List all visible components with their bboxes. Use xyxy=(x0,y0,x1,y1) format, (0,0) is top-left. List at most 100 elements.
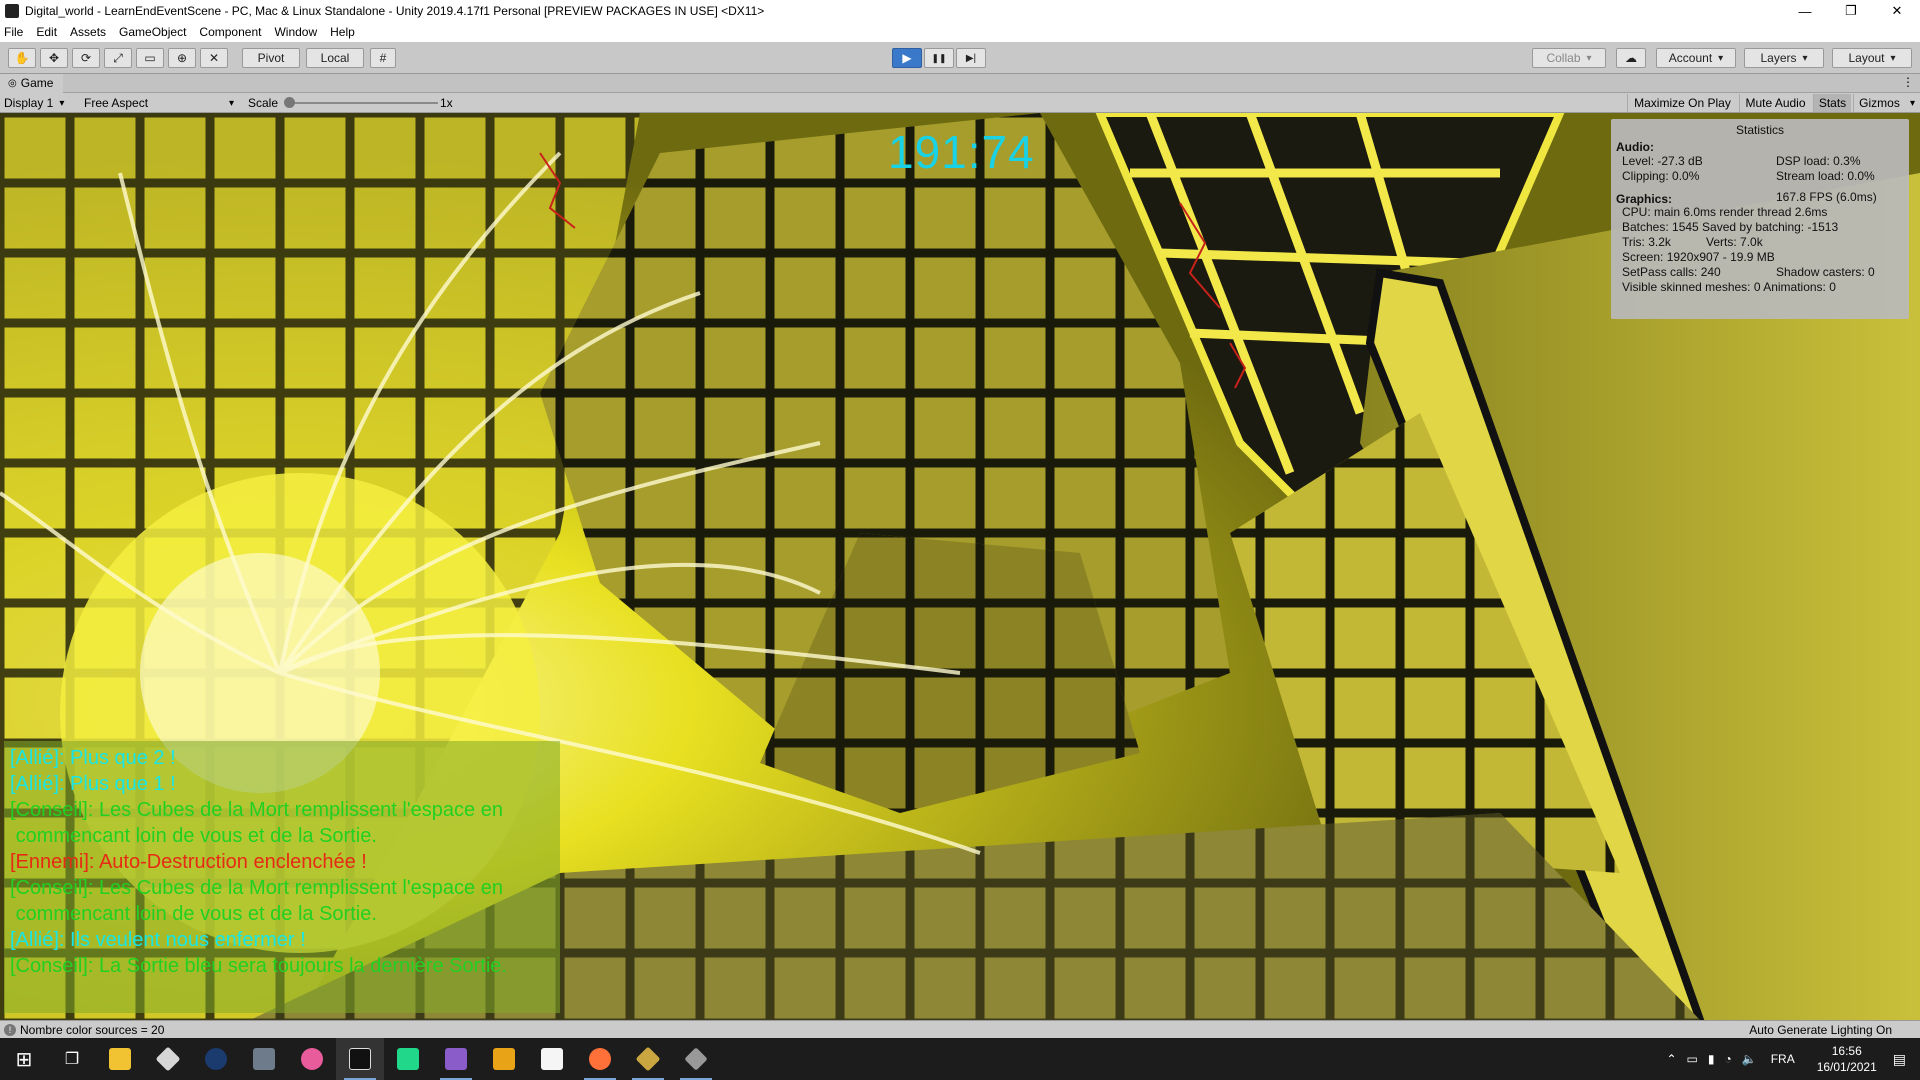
language-indicator[interactable]: FRA xyxy=(1771,1052,1795,1066)
main-toolbar: ✋ ✥ ⟳ ⤢ ▭ ⊕ ✕ Pivot Local # ▶ ❚❚ ▶| Coll… xyxy=(0,42,1920,74)
display-label: Display 1 xyxy=(4,96,54,110)
menu-assets[interactable]: Assets xyxy=(70,25,106,39)
stats-dsp-load: DSP load: 0.3% xyxy=(1776,154,1861,168)
chat-tag: [Allié]: xyxy=(10,929,71,951)
stats-audio-header: Audio: xyxy=(1616,140,1654,154)
menu-file[interactable]: File xyxy=(4,25,23,39)
scale-value: 1x xyxy=(440,96,453,110)
game-tab-label: Game xyxy=(20,76,54,90)
notepad-icon[interactable] xyxy=(528,1038,576,1080)
account-dropdown[interactable]: Account xyxy=(1656,48,1736,68)
chat-message: [Ennemi]: Auto-Destruction enclenchée ! xyxy=(10,849,554,875)
chat-message: [Allié]: Plus que 2 ! xyxy=(10,745,554,771)
move-tool-icon[interactable]: ✥ xyxy=(40,48,68,68)
file-explorer-icon[interactable] xyxy=(96,1038,144,1080)
firefox-icon[interactable] xyxy=(576,1038,624,1080)
stats-title: Statistics xyxy=(1735,123,1784,137)
local-label: Local xyxy=(320,51,350,65)
git-gui-icon[interactable] xyxy=(624,1038,672,1080)
chat-text: Auto-Destruction enclenchée ! xyxy=(98,851,367,873)
chat-text: Plus que 1 ! xyxy=(70,773,176,795)
gizmos-button[interactable]: Gizmos xyxy=(1853,94,1905,112)
stats-setpass: SetPass calls: 240 xyxy=(1622,265,1721,279)
chat-tag: [Conseil]: xyxy=(10,877,99,899)
game-tab-bar: ◎ Game ⋮ xyxy=(0,73,1920,93)
chat-message: [Conseil]: Les Cubes de la Mort rempliss… xyxy=(10,797,554,849)
gizmos-dropdown-icon[interactable]: ▾ xyxy=(1906,94,1918,112)
display-dropdown[interactable]: Display 1 xyxy=(0,94,78,112)
stats-graphics-header: Graphics: xyxy=(1616,192,1673,206)
custom-tool-icon[interactable]: ✕ xyxy=(200,48,228,68)
menu-help[interactable]: Help xyxy=(330,25,355,39)
minimize-button[interactable]: — xyxy=(1782,0,1828,22)
start-icon[interactable]: ⊞ xyxy=(0,1038,48,1080)
menu-component[interactable]: Component xyxy=(199,25,261,39)
collab-label: Collab xyxy=(1546,51,1581,65)
task-view-icon[interactable]: ❐ xyxy=(48,1038,96,1080)
status-bar: ! Nombre color sources = 20 Auto Generat… xyxy=(0,1020,1920,1038)
layout-dropdown[interactable]: Layout xyxy=(1832,48,1912,68)
system-tray: ⌃ ▭ ▮ ◔ 🔈 FRA 16:56 16/01/2021 ▤ xyxy=(1666,1038,1920,1080)
pivot-button[interactable]: Pivot xyxy=(242,48,300,68)
chat-log: [Allié]: Plus que 2 ! [Allié]: Plus que … xyxy=(4,741,560,1013)
visual-studio-icon[interactable] xyxy=(432,1038,480,1080)
code-editor-icon[interactable] xyxy=(480,1038,528,1080)
aspect-dropdown[interactable]: Free Aspect xyxy=(80,94,238,112)
steam-icon[interactable] xyxy=(192,1038,240,1080)
chat-tag: [Ennemi]: xyxy=(10,851,99,873)
hand-tool-icon[interactable]: ✋ xyxy=(8,48,36,68)
game-app-icon[interactable] xyxy=(240,1038,288,1080)
wifi-icon[interactable]: ◔ xyxy=(1725,1052,1732,1066)
maximize-on-play-button[interactable]: Maximize On Play xyxy=(1627,94,1737,112)
game-viewport[interactable]: 191:74 Statistics Audio: Level: -27.3 dB… xyxy=(0,113,1920,1020)
menu-edit[interactable]: Edit xyxy=(36,25,57,39)
layers-dropdown[interactable]: Layers xyxy=(1744,48,1824,68)
inkscape-icon[interactable] xyxy=(672,1038,720,1080)
play-button[interactable]: ▶ xyxy=(892,48,922,68)
rotate-tool-icon[interactable]: ⟳ xyxy=(72,48,100,68)
game-tab-icon: ◎ xyxy=(8,77,17,89)
network-icon[interactable]: ▭ xyxy=(1687,1052,1698,1066)
battery-icon[interactable]: ▮ xyxy=(1708,1052,1715,1066)
unity-icon[interactable] xyxy=(336,1038,384,1080)
info-icon: ! xyxy=(4,1023,16,1036)
chat-message: [Conseil]: La Sortie bleu sera toujours … xyxy=(10,953,554,979)
scale-slider[interactable] xyxy=(284,97,438,108)
grid-snap-icon[interactable]: # xyxy=(370,48,396,68)
tab-game[interactable]: ◎ Game xyxy=(0,73,64,93)
git-icon[interactable] xyxy=(144,1038,192,1080)
tab-options-icon[interactable]: ⋮ xyxy=(1902,75,1914,89)
tray-overflow-icon[interactable]: ⌃ xyxy=(1666,1052,1676,1066)
local-button[interactable]: Local xyxy=(306,48,364,68)
game-view-toolbar: Display 1 Free Aspect Scale 1x Maximize … xyxy=(0,93,1920,113)
pycharm-icon[interactable] xyxy=(384,1038,432,1080)
chat-text: Plus que 2 ! xyxy=(70,747,176,769)
close-button[interactable]: ✕ xyxy=(1874,0,1920,22)
pause-button[interactable]: ❚❚ xyxy=(924,48,954,68)
stats-cpu: CPU: main 6.0ms render thread 2.6ms xyxy=(1622,205,1828,219)
chat-text: Ils veulent nous enfermer ! xyxy=(70,929,306,951)
pause-icon: ❚❚ xyxy=(931,52,947,63)
stats-clipping: Clipping: 0.0% xyxy=(1622,169,1700,183)
stats-verts: Verts: 7.0k xyxy=(1706,235,1763,249)
step-button[interactable]: ▶| xyxy=(956,48,986,68)
clock[interactable]: 16:56 16/01/2021 xyxy=(1817,1043,1877,1075)
cloud-icon[interactable]: ☁ xyxy=(1616,48,1646,68)
scale-slider-thumb[interactable] xyxy=(284,97,295,108)
mute-audio-button[interactable]: Mute Audio xyxy=(1739,94,1811,112)
notifications-icon[interactable]: ▤ xyxy=(1893,1051,1906,1068)
layout-label: Layout xyxy=(1848,51,1885,65)
menu-window[interactable]: Window xyxy=(274,25,317,39)
collab-dropdown[interactable]: Collab xyxy=(1532,48,1606,68)
console-message[interactable]: Nombre color sources = 20 xyxy=(20,1023,164,1037)
stats-button[interactable]: Stats xyxy=(1813,94,1851,112)
stats-stream-load: Stream load: 0.0% xyxy=(1776,169,1875,183)
menu-gameobject[interactable]: GameObject xyxy=(119,25,186,39)
transform-tool-icon[interactable]: ⊕ xyxy=(168,48,196,68)
volume-icon[interactable]: 🔈 xyxy=(1742,1052,1757,1066)
maximize-button[interactable]: ❐ xyxy=(1828,0,1874,22)
scale-tool-icon[interactable]: ⤢ xyxy=(104,48,132,68)
rect-tool-icon[interactable]: ▭ xyxy=(136,48,164,68)
account-label: Account xyxy=(1668,51,1713,65)
osu-icon[interactable] xyxy=(288,1038,336,1080)
